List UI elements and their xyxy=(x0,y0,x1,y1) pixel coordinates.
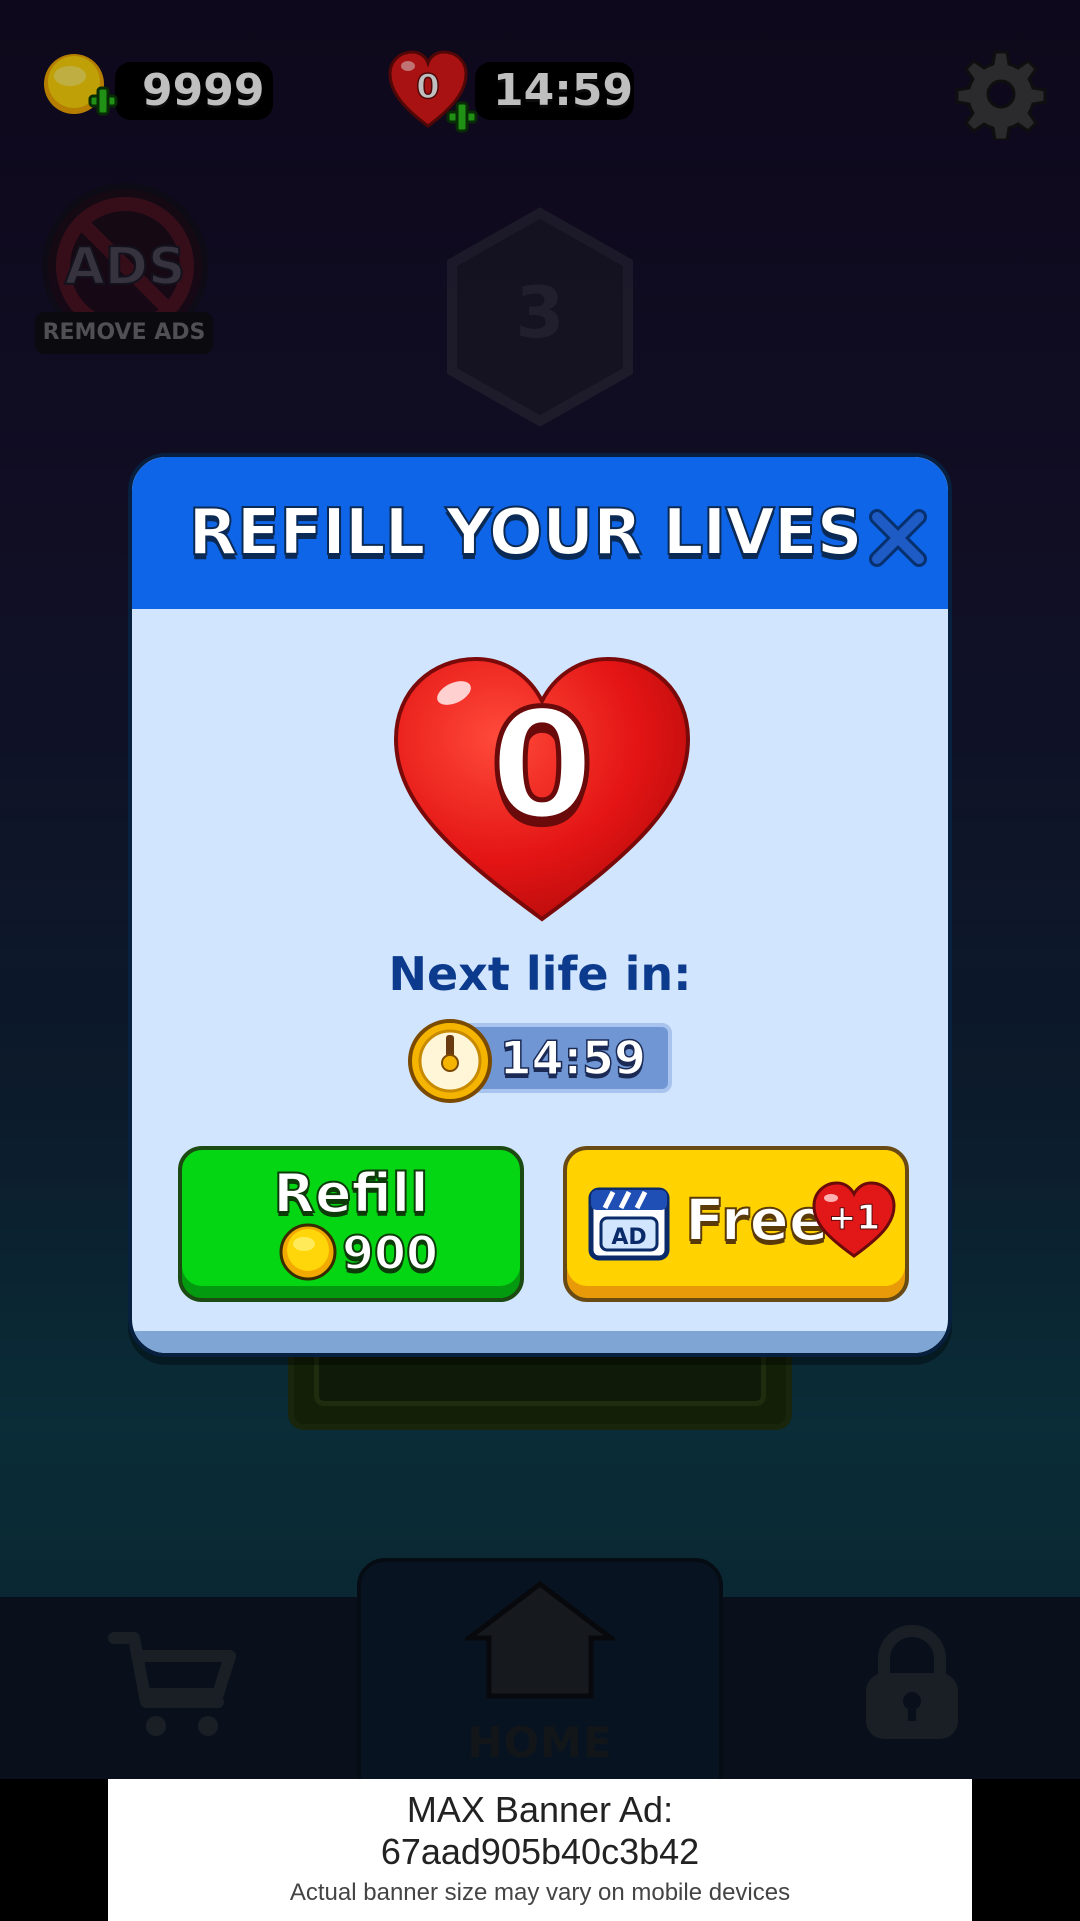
refill-price: 900 xyxy=(341,1225,439,1281)
free-bonus-label: +1 xyxy=(827,1198,881,1239)
ad-title-line2: 67aad905b40c3b42 xyxy=(380,1831,700,1872)
ad-banner[interactable]: MAX Banner Ad: 67aad905b40c3b42 Actual b… xyxy=(108,1779,972,1921)
refill-lives-dialog: REFILL YOUR LIVES 0 Next life in: 14:59 … xyxy=(128,453,952,1357)
ad-label: AD xyxy=(611,1225,646,1250)
refill-coins-button[interactable]: Refill 900 xyxy=(178,1146,524,1302)
next-life-label: Next life in: xyxy=(388,947,692,1001)
lives-count-large: 0 xyxy=(487,677,596,856)
ad-title: MAX Banner Ad: 67aad905b40c3b42 xyxy=(108,1789,972,1873)
coin-icon xyxy=(279,1223,337,1281)
close-icon[interactable] xyxy=(865,505,931,571)
ad-clapper-icon: AD xyxy=(588,1187,670,1261)
stopwatch-icon xyxy=(408,1019,492,1103)
dialog-title: REFILL YOUR LIVES xyxy=(187,495,863,571)
ad-subtitle: Actual banner size may vary on mobile de… xyxy=(289,1879,791,1906)
free-label: Free xyxy=(684,1185,829,1255)
refill-label: Refill xyxy=(272,1161,429,1226)
ad-title-line1: MAX Banner Ad: xyxy=(406,1789,674,1830)
watch-ad-free-life-button[interactable]: AD Free +1 xyxy=(563,1146,909,1302)
